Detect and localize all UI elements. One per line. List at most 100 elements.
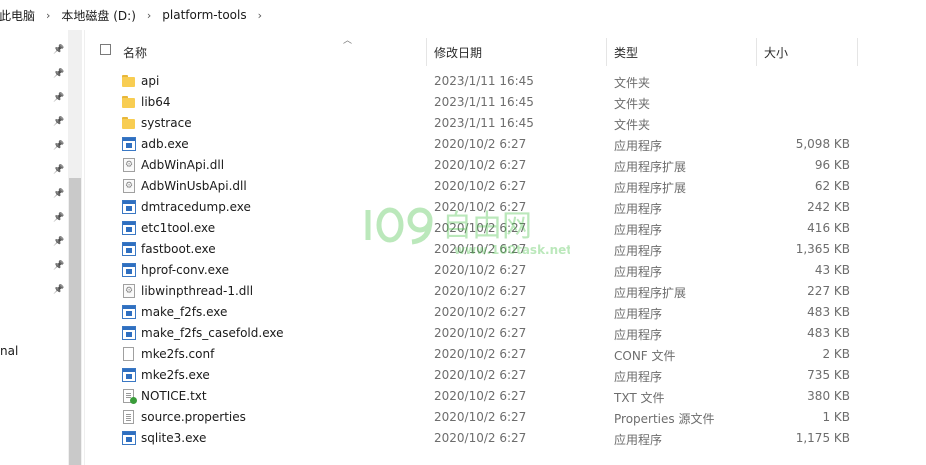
file-modified-date: 2020/10/2 6:27: [434, 284, 527, 298]
file-modified-date: 2020/10/2 6:27: [434, 326, 527, 340]
file-name: dmtracedump.exe: [141, 200, 251, 214]
breadcrumb-local-disk[interactable]: 本地磁盘 (D:): [58, 7, 138, 24]
file-size: 416 KB: [807, 221, 850, 235]
pin-icon[interactable]: 📌: [53, 260, 65, 272]
file-row[interactable]: etc1tool.exe 2020/10/2 6:27 应用程序 416 KB: [85, 218, 926, 239]
file-name: source.properties: [141, 410, 246, 424]
pin-icon[interactable]: 📌: [53, 212, 65, 224]
file-modified-date: 2023/1/11 16:45: [434, 116, 534, 130]
dll-icon: [123, 284, 135, 298]
file-type: Properties 源文件: [614, 412, 715, 426]
chevron-right-icon[interactable]: ›: [139, 9, 159, 22]
file-type: 应用程序: [614, 370, 663, 384]
file-type: 应用程序扩展: [614, 160, 687, 174]
pin-icon[interactable]: 📌: [53, 140, 65, 152]
file-size: 483 KB: [807, 326, 850, 340]
dll-icon: [123, 179, 135, 193]
file-type: 应用程序: [614, 433, 663, 447]
file-row[interactable]: AdbWinUsbApi.dll 2020/10/2 6:27 应用程序扩展 62 K…: [85, 176, 926, 197]
file-row[interactable]: mke2fs.conf 2020/10/2 6:27 CONF 文件 2 KB: [85, 344, 926, 365]
breadcrumb: 此电脑 › 本地磁盘 (D:) › platform-tools ›: [0, 0, 926, 30]
file-row[interactable]: AdbWinApi.dll 2020/10/2 6:27 应用程序扩展 96 KB: [85, 155, 926, 176]
column-divider[interactable]: [426, 38, 427, 66]
file-type: 应用程序: [614, 202, 663, 216]
doc-icon: [123, 347, 134, 361]
file-name: make_f2fs.exe: [141, 305, 228, 319]
column-divider[interactable]: [756, 38, 757, 66]
file-modified-date: 2020/10/2 6:27: [434, 410, 527, 424]
nav-item-partial-label[interactable]: nal: [0, 344, 18, 358]
file-row[interactable]: source.properties 2020/10/2 6:27 Propertie…: [85, 407, 926, 428]
file-type: 文件夹: [614, 97, 651, 111]
file-row[interactable]: fastboot.exe 2020/10/2 6:27 应用程序 1,365 KB: [85, 239, 926, 260]
file-modified-date: 2023/1/11 16:45: [434, 74, 534, 88]
pin-icon[interactable]: 📌: [53, 164, 65, 176]
file-name: fastboot.exe: [141, 242, 216, 256]
select-all-checkbox[interactable]: [100, 44, 111, 55]
file-type: 应用程序扩展: [614, 181, 687, 195]
pin-icon[interactable]: 📌: [53, 284, 65, 296]
exe-icon: [122, 263, 136, 277]
column-header-row: ︿ 名称 修改日期 类型 大小: [85, 30, 926, 70]
folder-icon: [122, 74, 136, 88]
pin-icon[interactable]: 📌: [53, 68, 65, 80]
file-modified-date: 2020/10/2 6:27: [434, 242, 527, 256]
breadcrumb-platform-tools[interactable]: platform-tools: [159, 8, 249, 22]
file-name: libwinpthread-1.dll: [141, 284, 254, 298]
file-row[interactable]: api 2023/1/11 16:45 文件夹: [85, 71, 926, 92]
file-row[interactable]: systrace 2023/1/11 16:45 文件夹: [85, 113, 926, 134]
file-size: 5,098 KB: [795, 137, 850, 151]
file-size: 242 KB: [807, 200, 850, 214]
file-modified-date: 2020/10/2 6:27: [434, 137, 527, 151]
file-size: 96 KB: [814, 158, 850, 172]
file-row[interactable]: hprof-conv.exe 2020/10/2 6:27 应用程序 43 KB: [85, 260, 926, 281]
file-row[interactable]: mke2fs.exe 2020/10/2 6:27 应用程序 735 KB: [85, 365, 926, 386]
file-row[interactable]: NOTICE.txt 2020/10/2 6:27 TXT 文件 380 KB: [85, 386, 926, 407]
file-name: systrace: [141, 116, 192, 130]
file-size: 2 KB: [822, 347, 850, 361]
file-modified-date: 2020/10/2 6:27: [434, 263, 527, 277]
column-divider[interactable]: [606, 38, 607, 66]
pin-icon[interactable]: 📌: [53, 44, 65, 56]
file-row[interactable]: make_f2fs.exe 2020/10/2 6:27 应用程序 483 KB: [85, 302, 926, 323]
file-row[interactable]: libwinpthread-1.dll 2020/10/2 6:27 应用程序扩展 2…: [85, 281, 926, 302]
file-row[interactable]: dmtracedump.exe 2020/10/2 6:27 应用程序 242 KB: [85, 197, 926, 218]
nav-scrollbar-thumb[interactable]: [69, 178, 81, 465]
column-header-type[interactable]: 类型: [614, 44, 638, 61]
file-type: 应用程序: [614, 244, 663, 258]
exe-icon: [122, 431, 136, 445]
column-header-size[interactable]: 大小: [764, 44, 788, 61]
file-modified-date: 2020/10/2 6:27: [434, 389, 527, 403]
pin-icon[interactable]: 📌: [53, 116, 65, 128]
file-row[interactable]: adb.exe 2020/10/2 6:27 应用程序 5,098 KB: [85, 134, 926, 155]
column-header-name[interactable]: 名称: [123, 44, 147, 61]
pin-icon[interactable]: 📌: [53, 188, 65, 200]
file-type: 应用程序: [614, 139, 663, 153]
file-type: 应用程序扩展: [614, 286, 687, 300]
file-name: make_f2fs_casefold.exe: [141, 326, 284, 340]
dll-icon: [123, 158, 135, 172]
file-size: 735 KB: [807, 368, 850, 382]
exe-icon: [122, 305, 136, 319]
chevron-right-icon[interactable]: ›: [38, 9, 58, 22]
file-row[interactable]: make_f2fs_casefold.exe 2020/10/2 6:27 应用程序…: [85, 323, 926, 344]
chevron-right-icon[interactable]: ›: [250, 9, 270, 22]
breadcrumb-this-pc[interactable]: 此电脑: [0, 7, 38, 24]
file-size: 380 KB: [807, 389, 850, 403]
file-row[interactable]: sqlite3.exe 2020/10/2 6:27 应用程序 1,175 KB: [85, 428, 926, 449]
column-header-date[interactable]: 修改日期: [434, 44, 482, 61]
pin-icon[interactable]: 📌: [53, 92, 65, 104]
column-divider[interactable]: [857, 38, 858, 66]
file-name: AdbWinUsbApi.dll: [141, 179, 247, 193]
file-type: TXT 文件: [614, 391, 665, 405]
file-type: 应用程序: [614, 223, 663, 237]
pin-icon[interactable]: 📌: [53, 236, 65, 248]
file-name: mke2fs.conf: [141, 347, 215, 361]
file-modified-date: 2020/10/2 6:27: [434, 305, 527, 319]
file-name: etc1tool.exe: [141, 221, 216, 235]
exe-icon: [122, 368, 136, 382]
file-row[interactable]: lib64 2023/1/11 16:45 文件夹: [85, 92, 926, 113]
file-name: mke2fs.exe: [141, 368, 210, 382]
folder-icon: [122, 95, 136, 109]
file-size: 1,175 KB: [795, 431, 850, 445]
